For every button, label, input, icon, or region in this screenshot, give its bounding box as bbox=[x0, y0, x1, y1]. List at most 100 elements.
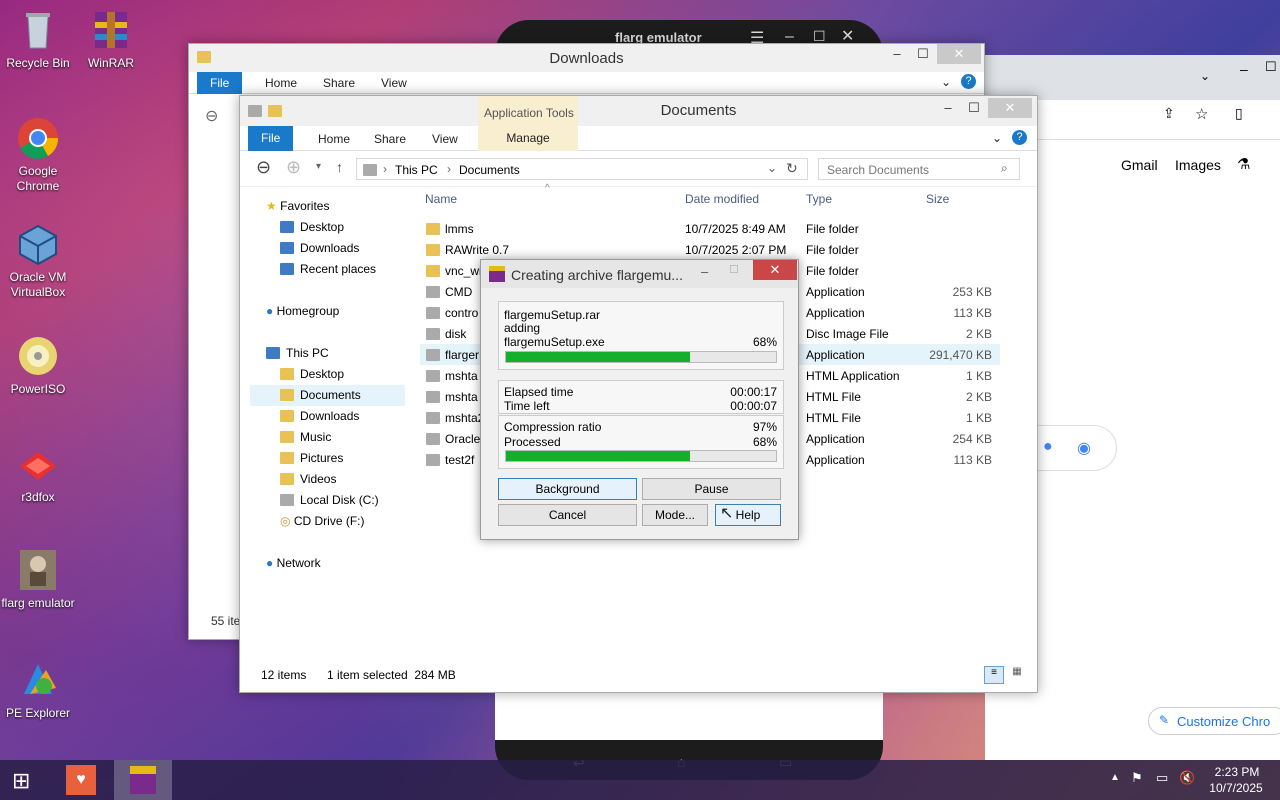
file-size: 2 KB bbox=[965, 390, 992, 404]
star-icon[interactable]: ☆ bbox=[1195, 105, 1208, 123]
tab-manage[interactable]: Manage bbox=[478, 126, 578, 151]
nav-pc-cd-drive[interactable]: ◎ CD Drive (F:) bbox=[280, 514, 365, 528]
show-hidden-icons-icon[interactable]: ▲ bbox=[1110, 772, 1120, 783]
up-arrow-icon[interactable]: ↑ bbox=[336, 159, 343, 175]
volume-muted-icon[interactable]: 🔇 bbox=[1179, 770, 1195, 786]
cancel-button[interactable]: Cancel bbox=[498, 504, 637, 526]
chevron-down-icon[interactable]: ⌄ bbox=[992, 131, 1002, 145]
back-arrow-icon[interactable]: ⊖ bbox=[256, 157, 271, 178]
tab-view[interactable]: View bbox=[432, 132, 458, 146]
tab-view[interactable]: View bbox=[381, 76, 407, 90]
column-name[interactable]: Name bbox=[425, 192, 457, 206]
large-icons-view-icon[interactable]: ▦ bbox=[1008, 666, 1026, 684]
side-panel-icon[interactable]: ▯ bbox=[1235, 105, 1243, 122]
nav-pc-local-disk[interactable]: Local Disk (C:) bbox=[280, 493, 379, 507]
start-button-windows-icon[interactable]: ⊞ bbox=[12, 768, 30, 794]
forward-arrow-icon[interactable]: ⊕ bbox=[286, 157, 301, 178]
application-icon bbox=[426, 286, 440, 298]
dialog-titlebar[interactable]: Creating archive flargemu... – ☐ ✕ bbox=[481, 260, 798, 288]
back-icon[interactable]: ⊖ bbox=[205, 106, 218, 126]
nav-fav-recent[interactable]: Recent places bbox=[280, 262, 376, 276]
nav-homegroup[interactable]: ● Homegroup bbox=[266, 304, 339, 318]
breadcrumb[interactable]: › This PC › Documents ⌄ bbox=[356, 158, 808, 180]
maximize-icon[interactable]: ☐ bbox=[1265, 59, 1277, 75]
search-input[interactable]: Search Documents ⌕ bbox=[818, 158, 1020, 180]
flag-icon[interactable]: ⚑ bbox=[1131, 770, 1143, 786]
tab-share[interactable]: Share bbox=[323, 76, 355, 90]
file-progress-bar bbox=[505, 351, 777, 363]
share-icon[interactable]: ⇪ bbox=[1163, 105, 1175, 122]
customize-chrome-button[interactable]: ✎ Customize Chro bbox=[1148, 707, 1280, 735]
tab-file[interactable]: File bbox=[197, 72, 243, 94]
downloads-titlebar[interactable]: Downloads – ☐ ✕ bbox=[189, 44, 984, 72]
desktop-icon-pe-explorer[interactable]: PE Explorer bbox=[0, 658, 76, 721]
desktop-icon-virtualbox[interactable]: Oracle VM VirtualBox bbox=[0, 222, 76, 300]
tab-file[interactable]: File bbox=[248, 126, 294, 151]
file-size: 253 KB bbox=[952, 285, 992, 299]
network-icon[interactable]: ▭ bbox=[1156, 770, 1168, 786]
column-date-modified[interactable]: Date modified bbox=[685, 192, 759, 206]
chevron-down-icon[interactable]: ⌄ bbox=[1200, 69, 1210, 83]
camera-icon[interactable]: ◉ bbox=[1077, 438, 1091, 458]
clock-time[interactable]: 2:23 PM bbox=[1212, 765, 1262, 779]
ribbon-tabs: File Home Share View ⌄ ? bbox=[189, 72, 984, 94]
nav-pc-downloads[interactable]: Downloads bbox=[280, 409, 359, 423]
minimize-icon[interactable]: – bbox=[1240, 61, 1248, 77]
search-placeholder: Search Documents bbox=[827, 163, 930, 177]
desktop-icon-winrar[interactable]: WinRAR bbox=[73, 8, 149, 71]
details-view-icon[interactable]: ≡ bbox=[984, 666, 1004, 684]
nav-favorites[interactable]: ★ Favorites bbox=[266, 199, 329, 213]
column-size[interactable]: Size bbox=[926, 192, 949, 206]
minimize-icon[interactable]: – bbox=[701, 264, 708, 279]
gmail-link[interactable]: Gmail bbox=[1121, 157, 1158, 173]
help-icon[interactable]: ? bbox=[1012, 130, 1027, 145]
tab-home[interactable]: Home bbox=[265, 76, 297, 90]
desktop-icon-r3dfox[interactable]: r3dfox bbox=[0, 442, 76, 505]
nav-pc-music[interactable]: Music bbox=[280, 430, 331, 444]
images-link[interactable]: Images bbox=[1175, 157, 1221, 173]
background-button[interactable]: Background bbox=[498, 478, 637, 500]
help-icon[interactable]: ? bbox=[961, 74, 976, 89]
nav-pc-documents[interactable]: Documents bbox=[280, 388, 361, 402]
nav-pc-pictures[interactable]: Pictures bbox=[280, 451, 343, 465]
mic-icon[interactable]: ● bbox=[1043, 438, 1053, 456]
nav-network[interactable]: ● Network bbox=[266, 556, 321, 570]
nav-pc-videos[interactable]: Videos bbox=[280, 472, 336, 486]
nav-fav-downloads[interactable]: Downloads bbox=[280, 241, 359, 255]
clock-date[interactable]: 10/7/2025 bbox=[1208, 781, 1264, 795]
chevron-down-icon[interactable]: ⌄ bbox=[941, 75, 951, 89]
file-name: Oracle bbox=[445, 432, 481, 446]
close-icon[interactable]: ✕ bbox=[753, 260, 797, 280]
breadcrumb-documents[interactable]: Documents bbox=[459, 163, 520, 177]
tab-share[interactable]: Share bbox=[374, 132, 406, 146]
close-icon[interactable]: ✕ bbox=[937, 44, 981, 64]
close-icon[interactable]: ✕ bbox=[988, 98, 1032, 118]
nav-this-pc[interactable]: This PC bbox=[266, 346, 329, 360]
mouse-cursor-icon: ↖ bbox=[720, 505, 734, 522]
tab-home[interactable]: Home bbox=[318, 132, 350, 146]
desktop-icon-recycle-bin[interactable]: Recycle Bin bbox=[0, 8, 76, 71]
breadcrumb-this-pc[interactable]: This PC bbox=[395, 163, 438, 177]
mode-button[interactable]: Mode... bbox=[642, 504, 708, 526]
file-size: 291,470 KB bbox=[929, 348, 992, 362]
column-type[interactable]: Type bbox=[806, 192, 832, 206]
recent-locations-icon[interactable]: ▾ bbox=[316, 161, 321, 172]
chevron-down-icon[interactable]: ⌄ bbox=[767, 161, 777, 175]
documents-titlebar[interactable]: Application Tools Documents – ☐ ✕ bbox=[240, 96, 1037, 126]
pause-button[interactable]: Pause bbox=[642, 478, 781, 500]
desktop-icon-flarg-emulator[interactable]: flarg emulator bbox=[0, 548, 76, 611]
file-row[interactable]: lmms 10/7/2025 8:49 AM File folder bbox=[420, 218, 1000, 239]
emulator-screen[interactable] bbox=[495, 690, 883, 740]
total-progress-bar bbox=[505, 450, 777, 462]
search-box-end[interactable]: ● ◉ bbox=[1025, 425, 1117, 471]
heart-app-icon[interactable]: ♥ bbox=[66, 765, 96, 795]
refresh-icon[interactable]: ↻ bbox=[786, 160, 798, 177]
desktop-icon-chrome[interactable]: Google Chrome bbox=[0, 116, 76, 194]
labs-flask-icon[interactable]: ⚗ bbox=[1237, 155, 1250, 173]
file-row[interactable]: RAWrite 0.7 10/7/2025 2:07 PM File folder bbox=[420, 239, 1000, 260]
nav-pc-desktop[interactable]: Desktop bbox=[280, 367, 344, 381]
current-file: flargemuSetup.exe bbox=[504, 335, 605, 349]
winrar-progress-dialog[interactable]: Creating archive flargemu... – ☐ ✕ flarg… bbox=[480, 259, 799, 540]
desktop-icon-poweriso[interactable]: PowerISO bbox=[0, 334, 76, 397]
nav-fav-desktop[interactable]: Desktop bbox=[280, 220, 344, 234]
